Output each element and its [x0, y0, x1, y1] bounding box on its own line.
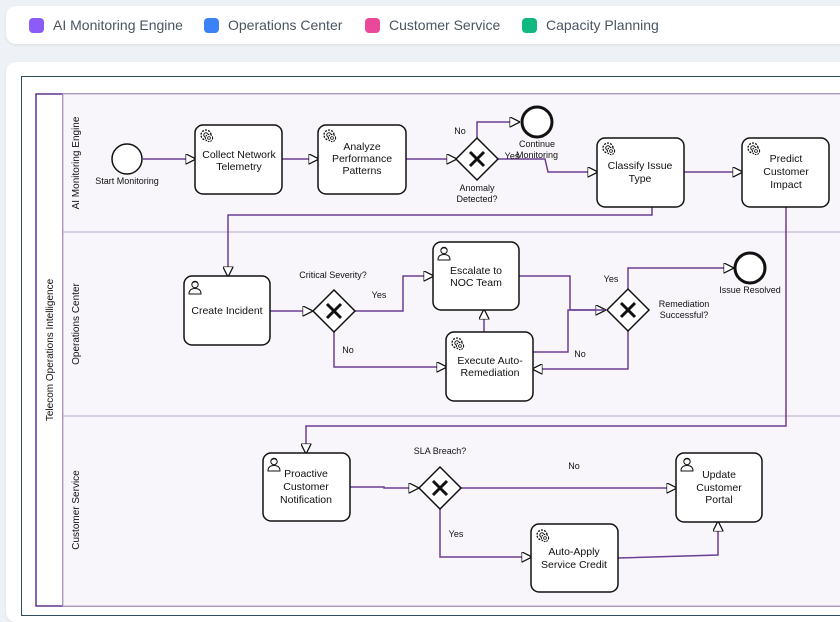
task-label: Classify Issue	[608, 160, 673, 172]
pool-label: Telecom Operations Intelligence	[45, 278, 56, 421]
end-event-circle	[733, 251, 767, 285]
task-auto-remediation[interactable]: Execute Auto- Remediation	[445, 331, 534, 402]
end-event-label: Issue Resolved	[719, 285, 781, 295]
task-label: Execute Auto-	[457, 355, 523, 367]
task-label: Type	[629, 173, 652, 185]
task-label: Customer	[283, 481, 329, 493]
lane-ai-monitoring: AI Monitoring Engine	[62, 93, 840, 233]
flow-label-no: No	[568, 461, 580, 471]
gateway-label: Detected?	[456, 194, 497, 204]
task-label: Remediation	[461, 367, 520, 379]
task-label: Update	[702, 469, 736, 481]
lane-label: Operations Center	[71, 282, 82, 364]
gateway-label: Remediation	[659, 299, 710, 309]
task-service-credit[interactable]: Auto-Apply Service Credit	[530, 523, 619, 593]
task-label: Customer	[763, 166, 809, 178]
task-label: Telemetry	[216, 161, 262, 173]
gateway-label: Critical Severity?	[299, 270, 367, 280]
task-label: Service Credit	[541, 559, 607, 571]
task-label: Proactive	[284, 468, 328, 480]
flow-label-no: No	[454, 126, 466, 136]
lane-background	[62, 93, 840, 233]
lane-label: Customer Service	[71, 470, 82, 550]
start-event-label: Start Monitoring	[95, 176, 159, 186]
bpmn-diagram: Telecom Operations Intelligence AI Monit…	[35, 93, 840, 607]
task-escalate-noc[interactable]: Escalate to NOC Team	[432, 241, 520, 311]
task-label: Collect Network	[202, 149, 276, 161]
task-label: Escalate to	[450, 265, 502, 277]
task-label: Notification	[280, 494, 332, 506]
task-predict-impact[interactable]: Predict Customer Impact	[741, 137, 830, 208]
task-classify-issue[interactable]: Classify Issue Type	[596, 137, 685, 208]
end-event-label: Continue	[519, 139, 555, 149]
task-label: Create Incident	[191, 305, 262, 317]
flow-label-yes: Yes	[449, 529, 464, 539]
task-update-portal[interactable]: Update Customer Portal	[675, 452, 763, 523]
flow-label-yes: Yes	[505, 151, 520, 161]
lane-label: AI Monitoring Engine	[71, 116, 82, 209]
task-label: Portal	[705, 494, 732, 506]
gateway-label: Successful?	[660, 310, 709, 320]
task-proactive-notification[interactable]: Proactive Customer Notification	[262, 452, 351, 522]
end-event-circle	[520, 105, 554, 139]
flow-label-yes: Yes	[372, 290, 387, 300]
task-analyze-patterns[interactable]: Analyze Performance Patterns	[317, 124, 407, 195]
task-label: Auto-Apply	[548, 546, 600, 558]
task-label: Customer	[696, 482, 742, 494]
task-label: Impact	[770, 179, 802, 191]
flow-label-no: No	[342, 345, 354, 355]
start-event-circle	[111, 143, 143, 175]
gateway-label: SLA Breach?	[414, 446, 467, 456]
task-label: Predict	[770, 153, 803, 165]
task-label: Patterns	[342, 165, 381, 177]
task-create-incident[interactable]: Create Incident	[183, 275, 271, 346]
flow-label-no: No	[574, 349, 586, 359]
flow-label-yes: Yes	[604, 274, 619, 284]
end-event-label: Monitoring	[516, 150, 558, 160]
task-collect-telemetry[interactable]: Collect Network Telemetry	[194, 124, 283, 195]
task-label: Analyze	[343, 141, 381, 153]
task-label: Performance	[332, 153, 392, 165]
task-label: NOC Team	[450, 277, 502, 289]
gateway-label: Anomaly	[459, 183, 495, 193]
